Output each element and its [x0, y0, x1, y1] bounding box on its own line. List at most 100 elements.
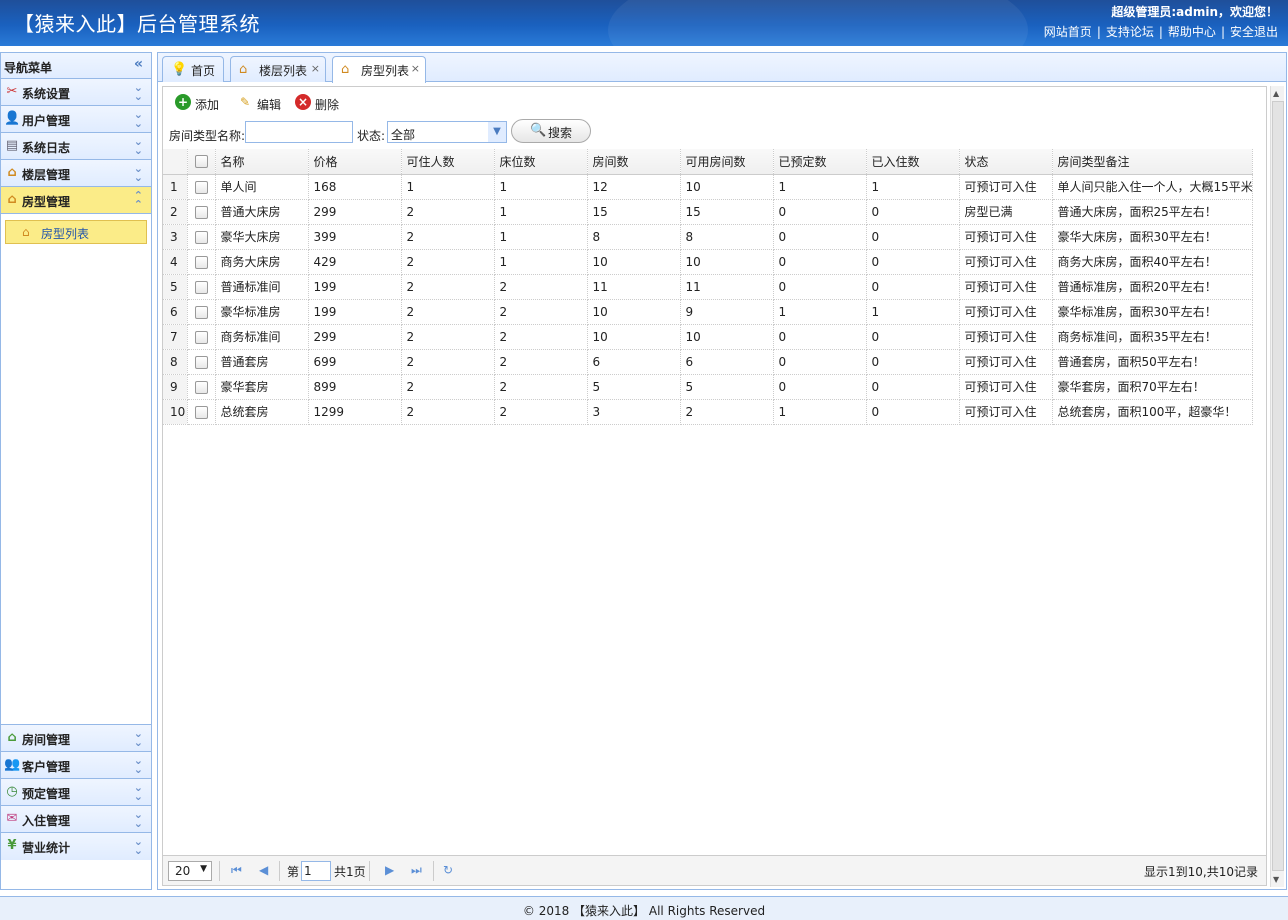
- row-checkbox[interactable]: [194, 405, 208, 419]
- table-cell: 1: [866, 299, 960, 325]
- tab-home[interactable]: 💡 首页: [162, 56, 224, 82]
- sidebar-item-reservation-management[interactable]: ◷ 预定管理 ⌄ ⌄: [1, 779, 151, 806]
- sidebar-item-user-management[interactable]: 👤 用户管理 ⌄ ⌄: [1, 106, 151, 133]
- table-row[interactable]: 4 商务大床房 429 2 1 10 10 0 0 可预订可入住 商务大床房，面积40平左右！: [163, 249, 1253, 275]
- sidebar-item-business-statistics[interactable]: ¥ 营业统计 ⌄ ⌄: [1, 833, 151, 860]
- edit-button[interactable]: ✎ 编辑: [237, 95, 281, 113]
- page-number-input[interactable]: 1: [301, 861, 331, 881]
- column-header-name[interactable]: 名称: [215, 149, 309, 175]
- pager-separator: [433, 861, 434, 881]
- row-checkbox[interactable]: [194, 380, 208, 394]
- column-header-price[interactable]: 价格: [308, 149, 402, 175]
- first-page-icon[interactable]: ⏮: [231, 863, 242, 878]
- sidebar-item-label: 系统日志: [22, 141, 71, 155]
- tab-room-type-list[interactable]: ⌂ 房型列表 ×: [332, 56, 426, 83]
- row-checkbox[interactable]: [194, 180, 208, 194]
- row-checkbox[interactable]: [194, 205, 208, 219]
- table-row[interactable]: 2 普通大床房 299 2 1 15 15 0 0 房型已满 普通大床房，面积25平左右！: [163, 199, 1253, 225]
- table-cell: 899: [308, 374, 402, 400]
- table-cell: 2: [401, 199, 495, 225]
- pager-separator: [369, 861, 370, 881]
- header-bar: 【猿来入此】后台管理系统 超级管理员:admin，欢迎您！ 网站首页 | 支持论坛 |…: [0, 0, 1288, 46]
- house-icon: ⌂: [7, 165, 17, 180]
- select-all-checkbox[interactable]: [194, 155, 208, 169]
- row-checkbox[interactable]: [194, 230, 208, 244]
- link-logout[interactable]: 安全退出: [1230, 25, 1278, 39]
- sidebar-item-floor-management[interactable]: ⌂ 楼层管理 ⌄ ⌄: [1, 160, 151, 187]
- search-button[interactable]: 🔍 搜索: [511, 119, 591, 143]
- column-header-available[interactable]: 可用房间数: [680, 149, 774, 175]
- page-total-label: 共1页: [334, 865, 366, 879]
- customer-icon: 👥: [4, 757, 21, 772]
- column-header-remark[interactable]: 房间类型备注: [1052, 149, 1253, 175]
- row-checkbox[interactable]: [194, 305, 208, 319]
- collapse-sidebar-icon[interactable]: «: [134, 56, 143, 72]
- table-row[interactable]: 8 普通套房 699 2 2 6 6 0 0 可预订可入住 普通套房，面积50平左右！: [163, 349, 1253, 375]
- table-cell: 可预订可入住: [959, 249, 1053, 275]
- vertical-scrollbar[interactable]: ▲ ▼: [1270, 86, 1284, 887]
- sidebar-item-system-log[interactable]: ▤ 系统日志 ⌄ ⌄: [1, 133, 151, 160]
- row-checkbox[interactable]: [194, 255, 208, 269]
- sidebar-subitem-room-type-list[interactable]: ⌂ 房型列表: [5, 220, 147, 244]
- tab-label: 房型列表: [361, 64, 410, 78]
- link-forum[interactable]: 支持论坛: [1106, 25, 1154, 39]
- table-cell: 豪华大床房: [215, 224, 309, 250]
- table-cell: 2: [401, 374, 495, 400]
- toolbar: + 添加 ✎ 编辑 × 删除: [163, 87, 1266, 117]
- column-header-capacity[interactable]: 可住人数: [401, 149, 495, 175]
- page-size-select[interactable]: 20 ▼: [168, 861, 212, 881]
- scrollbar-thumb[interactable]: [1272, 101, 1284, 871]
- table-row[interactable]: 3 豪华大床房 399 2 1 8 8 0 0 可预订可入住 豪华大床房，面积30平左右！: [163, 224, 1253, 250]
- row-number: 4: [163, 249, 188, 275]
- table-cell: 1: [494, 174, 588, 200]
- table-row[interactable]: 10 总统套房 1299 2 2 3 2 1 0 可预订可入住 总统套房，面积100平，超豪华！: [163, 399, 1253, 425]
- sidebar-item-system-settings[interactable]: ✂ 系统设置 ⌄ ⌄: [1, 79, 151, 106]
- sidebar-item-room-management[interactable]: ⌂ 房间管理 ⌄ ⌄: [1, 725, 151, 752]
- column-header-reserved[interactable]: 已预定数: [773, 149, 867, 175]
- room-type-panel: + 添加 ✎ 编辑 × 删除 房间类型名称: 状态: 全部 ▼ 🔍 搜索 名称 …: [162, 86, 1267, 886]
- link-site-home[interactable]: 网站首页: [1044, 25, 1092, 39]
- scroll-down-icon[interactable]: ▼: [1273, 875, 1279, 884]
- column-header-status[interactable]: 状态: [959, 149, 1053, 175]
- prev-page-icon[interactable]: ◀: [259, 863, 268, 877]
- last-page-icon[interactable]: ⏭: [411, 863, 422, 878]
- row-checkbox[interactable]: [194, 330, 208, 344]
- close-tab-icon[interactable]: ×: [411, 62, 420, 75]
- table-row[interactable]: 5 普通标准间 199 2 2 11 11 0 0 可预订可入住 普通标准房，面积20平左右！: [163, 274, 1253, 300]
- sidebar-item-checkin-management[interactable]: ✉ 入住管理 ⌄ ⌄: [1, 806, 151, 833]
- delete-button[interactable]: × 删除: [295, 94, 339, 113]
- table-cell: 0: [866, 349, 960, 375]
- log-icon: ▤: [5, 138, 19, 153]
- refresh-icon[interactable]: ↻: [443, 863, 453, 877]
- tab-label: 首页: [191, 64, 216, 78]
- row-checkbox[interactable]: [194, 280, 208, 294]
- link-help[interactable]: 帮助中心: [1168, 25, 1216, 39]
- table-cell: 普通标准房，面积20平左右！: [1052, 274, 1253, 300]
- table-cell: 1: [773, 399, 867, 425]
- table-cell: 8: [587, 224, 681, 250]
- table-row[interactable]: 6 豪华标准房 199 2 2 10 9 1 1 可预订可入住 豪华标准房，面积30平左右！: [163, 299, 1253, 325]
- add-button[interactable]: + 添加: [175, 94, 219, 113]
- table-cell: 11: [587, 274, 681, 300]
- status-select[interactable]: 全部 ▼: [387, 121, 507, 143]
- table-cell: 商务标准间，面积35平左右！: [1052, 324, 1253, 350]
- column-header-beds[interactable]: 床位数: [494, 149, 588, 175]
- table-cell: 房型已满: [959, 199, 1053, 225]
- row-checkbox[interactable]: [194, 355, 208, 369]
- close-tab-icon[interactable]: ×: [311, 62, 320, 75]
- column-header-checked-in[interactable]: 已入住数: [866, 149, 960, 175]
- next-page-icon[interactable]: ▶: [385, 863, 394, 877]
- table-row[interactable]: 1 单人间 168 1 1 12 10 1 1 可预订可入住 单人间只能入住一个人，大概15平米: [163, 174, 1253, 200]
- table-row[interactable]: 7 商务标准间 299 2 2 10 10 0 0 可预订可入住 商务标准间，面积35平左右！: [163, 324, 1253, 350]
- room-type-name-input[interactable]: [245, 121, 353, 143]
- sidebar-subitem-label: 房型列表: [41, 227, 90, 241]
- table-cell: 总统套房: [215, 399, 309, 425]
- table-cell: 9: [680, 299, 774, 325]
- users-icon: 👤: [4, 111, 21, 126]
- sidebar-item-customer-management[interactable]: 👥 客户管理 ⌄ ⌄: [1, 752, 151, 779]
- tab-floor-list[interactable]: ⌂ 楼层列表 ×: [230, 56, 326, 82]
- column-header-rooms[interactable]: 房间数: [587, 149, 681, 175]
- scroll-up-icon[interactable]: ▲: [1273, 89, 1279, 98]
- sidebar-item-room-type-management[interactable]: ⌂ 房型管理 ⌃ ⌃: [1, 187, 151, 214]
- table-row[interactable]: 9 豪华套房 899 2 2 5 5 0 0 可预订可入住 豪华套房，面积70平左右！: [163, 374, 1253, 400]
